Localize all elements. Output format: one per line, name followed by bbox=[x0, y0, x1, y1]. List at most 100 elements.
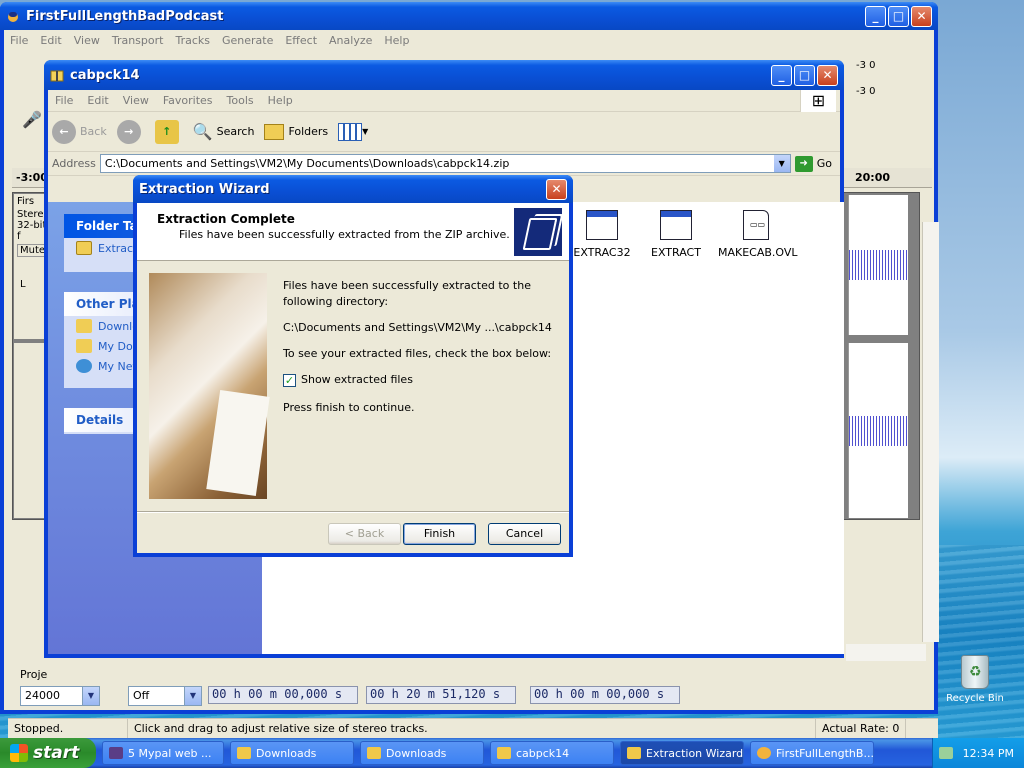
chevron-down-icon: ▼ bbox=[362, 127, 369, 136]
wizard-body: Extraction Complete Files have been succ… bbox=[137, 203, 569, 553]
back-arrow-icon: ← bbox=[52, 119, 76, 144]
taskbar-item-extraction-wizard[interactable]: Extraction Wizard bbox=[620, 741, 744, 765]
file-makecab-ovl[interactable]: ▭▭ MAKECAB.OVL bbox=[718, 210, 798, 259]
taskbar-item-label: cabpck14 bbox=[516, 746, 570, 760]
search-icon: 🔍 bbox=[192, 122, 213, 141]
address-input[interactable]: C:\Documents and Settings\VM2\My Documen… bbox=[99, 154, 791, 173]
taskbar-item-cabpck14[interactable]: cabpck14 bbox=[490, 741, 614, 765]
close-button[interactable]: ✕ bbox=[546, 178, 567, 200]
back-button[interactable]: ← Back bbox=[52, 119, 107, 144]
chevron-down-icon[interactable]: ▼ bbox=[773, 155, 790, 172]
menu-help[interactable]: Help bbox=[261, 94, 300, 107]
search-label: Search bbox=[216, 125, 255, 138]
folders-label: Folders bbox=[288, 125, 329, 138]
minimize-button[interactable]: _ bbox=[865, 5, 886, 27]
status-state: Stopped. bbox=[8, 719, 128, 738]
back-button[interactable]: < Back bbox=[328, 523, 401, 545]
maximize-button[interactable]: □ bbox=[888, 5, 909, 27]
status-message: Click and drag to adjust relative size o… bbox=[128, 719, 816, 738]
go-button[interactable]: Go bbox=[817, 157, 832, 170]
snap-select[interactable]: Off ▼ bbox=[128, 686, 202, 706]
taskbar-item-downloads-2[interactable]: Downloads bbox=[360, 741, 484, 765]
menu-effect[interactable]: Effect bbox=[279, 34, 323, 47]
menu-file[interactable]: File bbox=[4, 34, 34, 47]
wizard-content: Files have been successfully extracted t… bbox=[283, 278, 563, 426]
menu-edit[interactable]: Edit bbox=[80, 94, 115, 107]
horizontal-scrollbar[interactable] bbox=[846, 644, 926, 661]
waveform-right[interactable] bbox=[848, 343, 908, 518]
close-button[interactable]: ✕ bbox=[911, 5, 932, 27]
menu-help[interactable]: Help bbox=[378, 34, 415, 47]
menu-generate[interactable]: Generate bbox=[216, 34, 279, 47]
checkbox-label: Show extracted files bbox=[301, 373, 413, 386]
windows-logo-icon: ⊞ bbox=[800, 90, 836, 112]
project-rate-value: 24000 bbox=[25, 689, 60, 702]
menu-file[interactable]: File bbox=[48, 94, 80, 107]
taskbar-item-mypal[interactable]: 5 Mypal web ... bbox=[102, 741, 224, 765]
audacity-menubar: File Edit View Transport Tracks Generate… bbox=[4, 30, 934, 50]
wizard-titlebar[interactable]: Extraction Wizard ✕ bbox=[133, 175, 573, 203]
chevron-down-icon: ▼ bbox=[184, 687, 201, 705]
address-label: Address bbox=[52, 157, 96, 170]
minimize-button[interactable]: _ bbox=[771, 64, 792, 86]
wizard-subheading: Files have been successfully extracted f… bbox=[179, 228, 510, 241]
tray-icon[interactable] bbox=[938, 747, 953, 759]
views-button[interactable]: ▼ bbox=[338, 122, 369, 141]
recycle-bin[interactable]: Recycle Bin bbox=[945, 655, 1005, 704]
audio-position-time[interactable]: 00 h 00 m 00,000 s bbox=[530, 686, 680, 704]
taskbar-item-downloads-1[interactable]: Downloads bbox=[230, 741, 354, 765]
up-folder-icon: ↑ bbox=[154, 119, 179, 144]
chevron-down-icon: ▼ bbox=[82, 687, 99, 705]
menu-tracks[interactable]: Tracks bbox=[169, 34, 216, 47]
start-button[interactable]: start bbox=[0, 738, 96, 768]
menu-favorites[interactable]: Favorites bbox=[156, 94, 220, 107]
vertical-scrollbar[interactable] bbox=[922, 222, 939, 642]
file-extrac32[interactable]: EXTRAC32 bbox=[564, 210, 640, 259]
selection-end-time[interactable]: 00 h 20 m 51,120 s bbox=[366, 686, 516, 704]
wizard-header: Extraction Complete Files have been succ… bbox=[137, 203, 569, 261]
meter-readout-a: -3 0 bbox=[856, 60, 876, 71]
address-bar: Address C:\Documents and Settings\VM2\My… bbox=[48, 152, 840, 176]
selection-toolbar: Proje 24000 ▼ Off ▼ 00 h 00 m 00,000 s 00 … bbox=[12, 662, 932, 712]
success-message: Files have been successfully extracted t… bbox=[283, 279, 531, 308]
project-rate-label: Proje bbox=[20, 668, 48, 681]
menu-tools[interactable]: Tools bbox=[220, 94, 261, 107]
project-rate-select[interactable]: 24000 ▼ bbox=[20, 686, 100, 706]
menu-edit[interactable]: Edit bbox=[34, 34, 67, 47]
waveform-left[interactable] bbox=[848, 195, 908, 335]
mic-icon[interactable]: 🎤 bbox=[22, 110, 42, 129]
finish-instruction: Press finish to continue. bbox=[283, 401, 415, 414]
selection-start-time[interactable]: 00 h 00 m 00,000 s bbox=[208, 686, 358, 704]
folder-icon bbox=[367, 747, 381, 759]
finish-button[interactable]: Finish bbox=[403, 523, 476, 545]
folders-button[interactable]: Folders bbox=[264, 123, 329, 140]
up-folder-button[interactable]: ↑ bbox=[154, 119, 183, 144]
menu-view[interactable]: View bbox=[68, 34, 106, 47]
taskbar-item-label: Downloads bbox=[256, 746, 317, 760]
windows-flag-icon bbox=[10, 744, 28, 762]
file-label: EXTRAC32 bbox=[573, 246, 631, 259]
taskbar-item-label: 5 Mypal web ... bbox=[128, 746, 212, 760]
explorer-titlebar[interactable]: cabpck14 _ □ ✕ bbox=[44, 60, 844, 90]
audacity-titlebar[interactable]: FirstFullLengthBadPodcast _ □ ✕ bbox=[0, 2, 938, 30]
maximize-button[interactable]: □ bbox=[794, 64, 815, 86]
menu-transport[interactable]: Transport bbox=[106, 34, 170, 47]
menu-analyze[interactable]: Analyze bbox=[323, 34, 378, 47]
file-extract[interactable]: EXTRACT bbox=[638, 210, 714, 259]
go-arrow-icon[interactable]: ➜ bbox=[794, 155, 813, 172]
zip-folder-icon bbox=[50, 70, 64, 82]
checkbox-instruction: To see your extracted files, check the b… bbox=[283, 347, 552, 360]
checkmark-icon: ✓ bbox=[283, 373, 296, 387]
clock[interactable]: 12:34 PM bbox=[963, 747, 1014, 760]
audacity-icon bbox=[8, 12, 18, 22]
show-extracted-files-checkbox[interactable]: ✓ Show extracted files bbox=[283, 372, 563, 388]
wizard-heading: Extraction Complete bbox=[157, 212, 295, 226]
taskbar-item-audacity[interactable]: FirstFullLengthB... bbox=[750, 741, 874, 765]
forward-button[interactable]: → bbox=[116, 119, 145, 144]
close-button[interactable]: ✕ bbox=[817, 64, 838, 86]
audacity-icon bbox=[757, 747, 771, 759]
menu-view[interactable]: View bbox=[116, 94, 156, 107]
search-button[interactable]: 🔍 Search bbox=[193, 122, 255, 141]
cancel-button[interactable]: Cancel bbox=[488, 523, 561, 545]
network-icon bbox=[76, 359, 92, 373]
